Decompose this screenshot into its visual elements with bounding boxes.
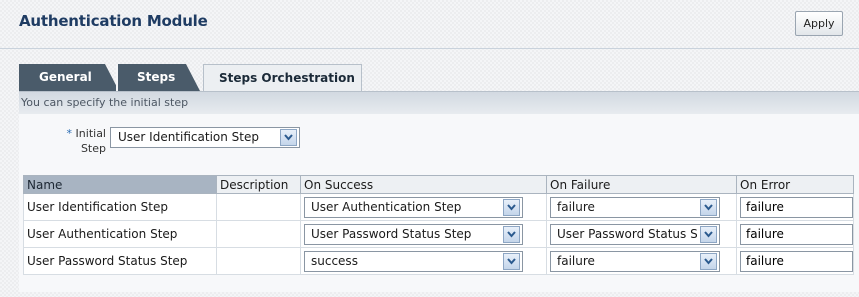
on-success-cell: User Password Status Step <box>300 220 547 248</box>
column-header-on-success[interactable]: On Success <box>300 175 547 194</box>
chevron-down-icon[interactable] <box>280 129 297 146</box>
initial-step-value: User Identification Step <box>118 130 259 144</box>
chevron-down-icon[interactable] <box>700 252 717 270</box>
required-mark: * <box>66 127 73 140</box>
column-header-description[interactable]: Description <box>216 175 301 194</box>
step-name: User Identification Step <box>23 193 217 221</box>
on-failure-cell: failure <box>546 193 737 221</box>
chevron-down-icon[interactable] <box>503 252 520 270</box>
on-failure-value: failure <box>557 253 595 268</box>
on-success-value: User Authentication Step <box>311 199 462 214</box>
on-failure-select[interactable]: User Password Status S <box>550 223 720 245</box>
on-success-value: success <box>311 253 358 268</box>
step-name: User Authentication Step <box>23 220 217 248</box>
tab-general-label: General <box>39 70 92 84</box>
on-failure-cell: failure <box>546 247 737 275</box>
on-success-select[interactable]: success <box>304 250 523 272</box>
on-success-cell: success <box>300 247 547 275</box>
on-success-select[interactable]: User Authentication Step <box>304 196 523 218</box>
on-success-select[interactable]: User Password Status Step <box>304 223 523 245</box>
initial-step-label-line2: Step <box>80 142 106 155</box>
on-error-cell <box>736 247 854 275</box>
on-error-input[interactable] <box>740 250 853 272</box>
column-header-on-failure[interactable]: On Failure <box>546 175 737 194</box>
panel-header-band: You can specify the initial step <box>19 92 859 114</box>
on-error-input[interactable] <box>740 223 853 245</box>
tab-general[interactable]: General <box>19 64 119 91</box>
table-row[interactable]: User Authentication Step User Password S… <box>23 220 854 248</box>
step-description <box>216 220 301 248</box>
tab-steps[interactable]: Steps <box>116 64 200 91</box>
apply-button[interactable]: Apply <box>795 11 843 36</box>
on-failure-select[interactable]: failure <box>550 196 720 218</box>
tab-steps-edge <box>186 64 200 91</box>
column-header-name[interactable]: Name <box>23 175 217 194</box>
on-failure-select[interactable]: failure <box>550 250 720 272</box>
on-error-cell <box>736 193 854 221</box>
table-row[interactable]: User Password Status Step success failur… <box>23 247 854 275</box>
tab-steps-orchestration[interactable]: Steps Orchestration <box>203 64 362 91</box>
on-error-cell <box>736 220 854 248</box>
column-header-on-error[interactable]: On Error <box>736 175 854 194</box>
tab-steps-orchestration-label: Steps Orchestration <box>219 71 355 85</box>
steps-table: Name Description On Success On Failure O… <box>23 175 854 275</box>
on-error-input[interactable] <box>740 196 853 218</box>
step-description <box>216 193 301 221</box>
table-row[interactable]: User Identification Step User Authentica… <box>23 193 854 221</box>
initial-step-label: * Initial Step <box>62 126 106 156</box>
initial-step-label-line1: Initial <box>75 127 106 140</box>
on-failure-cell: User Password Status S <box>546 220 737 248</box>
page-header: Authentication Module Apply <box>0 0 859 49</box>
chevron-down-icon[interactable] <box>700 198 717 216</box>
on-success-value: User Password Status Step <box>311 226 472 241</box>
on-failure-value: User Password Status S <box>557 226 697 241</box>
chevron-down-icon[interactable] <box>503 225 520 243</box>
chevron-down-icon[interactable] <box>700 225 717 243</box>
page-title: Authentication Module <box>19 12 208 30</box>
chevron-down-icon[interactable] <box>503 198 520 216</box>
step-description <box>216 247 301 275</box>
panel-hint: You can specify the initial step <box>21 96 189 109</box>
initial-step-select[interactable]: User Identification Step <box>110 127 300 148</box>
on-failure-value: failure <box>557 199 595 214</box>
table-header-row: Name Description On Success On Failure O… <box>23 175 854 194</box>
tab-steps-label: Steps <box>137 70 176 84</box>
on-success-cell: User Authentication Step <box>300 193 547 221</box>
step-name: User Password Status Step <box>23 247 217 275</box>
